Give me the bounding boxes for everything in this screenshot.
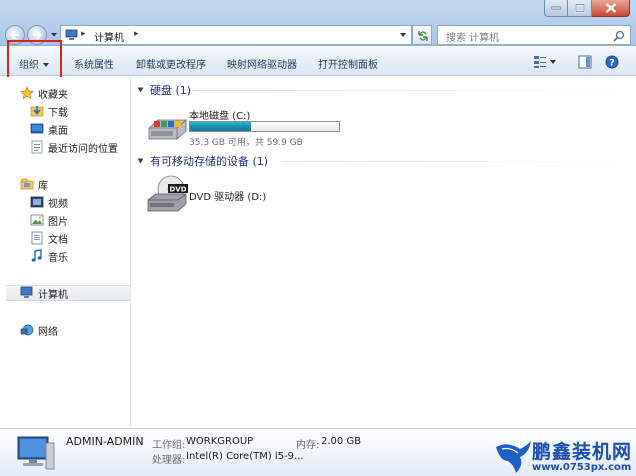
hard-drive-icon	[148, 119, 187, 140]
group-header-removable[interactable]: 有可移动存储的设备 (1)	[137, 154, 269, 168]
group-header-hard-disks[interactable]: 硬盘 (1)	[137, 83, 192, 97]
memory-label: 内存:	[296, 440, 320, 451]
nav-item-recent-places[interactable]: 最近访问的位置	[30, 139, 118, 155]
processor-value: Intel(R) Core(TM) i5-9...	[186, 451, 304, 462]
nav-label: 收藏夹	[38, 89, 68, 101]
nav-label: 音乐	[48, 252, 68, 264]
close-button[interactable]	[592, 0, 630, 17]
close-icon	[605, 3, 616, 13]
nav-label: 文档	[48, 234, 68, 246]
preview-pane-icon[interactable]	[578, 55, 592, 69]
nav-label: 桌面	[48, 125, 68, 137]
svg-text:?: ?	[609, 59, 614, 69]
nav-item-music[interactable]: 音乐	[30, 248, 68, 264]
drive-space-info: 35.3 GB 可用，共 59.9 GB	[189, 138, 303, 148]
processor-label: 处理器:	[152, 455, 186, 466]
nav-label: 库	[38, 180, 48, 192]
command-bar: 组织 系统属性 卸载或更改程序 映射网络驱动器 打开控制面板 ?	[0, 47, 636, 76]
breadcrumb-computer[interactable]: 计算机	[94, 29, 124, 44]
documents-icon	[30, 231, 44, 245]
nav-label: 图片	[48, 216, 68, 228]
minimize-icon	[551, 6, 561, 10]
recent-pages-dropdown-icon[interactable]	[50, 31, 58, 39]
computer-name: ADMIN-ADMIN	[66, 435, 144, 448]
computer-icon	[20, 286, 34, 300]
map-network-drive-button[interactable]: 映射网络驱动器	[227, 56, 297, 71]
breadcrumb-separator[interactable]: ▸	[134, 29, 139, 39]
watermark-title: 鹏鑫装机网	[532, 441, 633, 463]
nav-label: 计算机	[38, 289, 68, 301]
nav-item-videos[interactable]: 视频	[30, 194, 68, 210]
nav-item-network[interactable]: 网络	[20, 322, 58, 338]
disk-usage-bar	[189, 121, 340, 132]
computer-icon	[65, 29, 78, 40]
refresh-button[interactable]	[412, 25, 432, 45]
open-control-panel-button[interactable]: 打开控制面板	[318, 56, 378, 71]
maximize-icon	[574, 3, 585, 13]
breadcrumb-separator: ▸	[81, 29, 86, 39]
nav-label: 最近访问的位置	[48, 143, 118, 155]
nav-item-computer[interactable]: 计算机	[6, 285, 130, 301]
help-icon[interactable]: ?	[605, 55, 619, 69]
music-note-icon	[30, 249, 44, 263]
change-view-icon[interactable]	[533, 55, 557, 69]
address-bar[interactable]: ▸ 计算机 ▸	[60, 25, 412, 45]
site-watermark: 鹏鑫装机网 www.0753px.com	[494, 435, 634, 476]
search-icon	[613, 30, 625, 42]
title-bar: ▸ 计算机 ▸ 搜索 计算机	[0, 0, 636, 46]
system-properties-button[interactable]: 系统属性	[74, 56, 114, 71]
group-divider	[282, 161, 632, 162]
pictures-icon	[30, 213, 44, 227]
computer-large-icon	[17, 436, 55, 470]
star-icon	[20, 86, 34, 100]
group-title: 硬盘 (1)	[150, 84, 192, 97]
nav-item-pictures[interactable]: 图片	[30, 212, 68, 228]
workgroup-label: 工作组:	[152, 440, 186, 451]
maximize-button[interactable]	[568, 0, 592, 17]
nav-item-documents[interactable]: 文档	[30, 230, 68, 246]
nav-label: 下载	[48, 107, 68, 119]
eagle-logo-icon	[496, 441, 531, 473]
library-icon	[20, 177, 34, 191]
organize-highlight-box	[7, 40, 62, 79]
collapse-arrow-icon[interactable]	[137, 158, 144, 164]
minimize-button[interactable]	[544, 0, 568, 17]
nav-item-libraries[interactable]: 库	[20, 176, 48, 192]
nav-item-downloads[interactable]: 下载	[30, 103, 68, 119]
memory-value: 2.00 GB	[321, 436, 362, 447]
group-divider	[192, 90, 632, 91]
dvd-badge: DVD	[169, 186, 186, 194]
content-pane: 硬盘 (1) 本地磁盘 (C:) 35.3 GB 可用，共 59.9 GB 有可…	[132, 77, 636, 428]
drive-name-d: DVD 驱动器 (D:)	[189, 192, 267, 203]
network-icon	[20, 323, 34, 337]
group-title: 有可移动存储的设备 (1)	[150, 155, 269, 168]
nav-item-favorites[interactable]: 收藏夹	[20, 85, 68, 101]
details-pane: ADMIN-ADMIN 工作组: WORKGROUP 内存: 2.00 GB 处…	[0, 428, 636, 476]
nav-label: 网络	[38, 326, 58, 338]
nav-item-desktop[interactable]: 桌面	[30, 121, 68, 137]
drive-name-c: 本地磁盘 (C:)	[189, 111, 251, 122]
navigation-pane: 收藏夹 下载 桌面 最近访问的位置 库 视频 图片 文档 音乐 计算机 网络	[0, 77, 131, 428]
recent-places-icon	[30, 140, 44, 154]
search-placeholder: 搜索 计算机	[446, 33, 500, 44]
video-icon	[30, 195, 44, 209]
downloads-folder-icon	[30, 104, 44, 118]
workgroup-value: WORKGROUP	[186, 436, 254, 447]
window-controls	[544, 0, 630, 17]
watermark-url: www.0753px.com	[532, 462, 632, 473]
search-box[interactable]: 搜索 计算机	[437, 25, 631, 45]
dvd-drive-icon: DVD	[147, 175, 188, 212]
disk-usage-fill	[190, 122, 252, 131]
nav-label: 视频	[48, 198, 68, 210]
desktop-icon	[30, 122, 44, 136]
refresh-icon	[418, 31, 428, 41]
collapse-arrow-icon[interactable]	[137, 87, 144, 93]
uninstall-program-button[interactable]: 卸载或更改程序	[136, 56, 206, 71]
address-history-dropdown-icon[interactable]	[399, 30, 407, 40]
